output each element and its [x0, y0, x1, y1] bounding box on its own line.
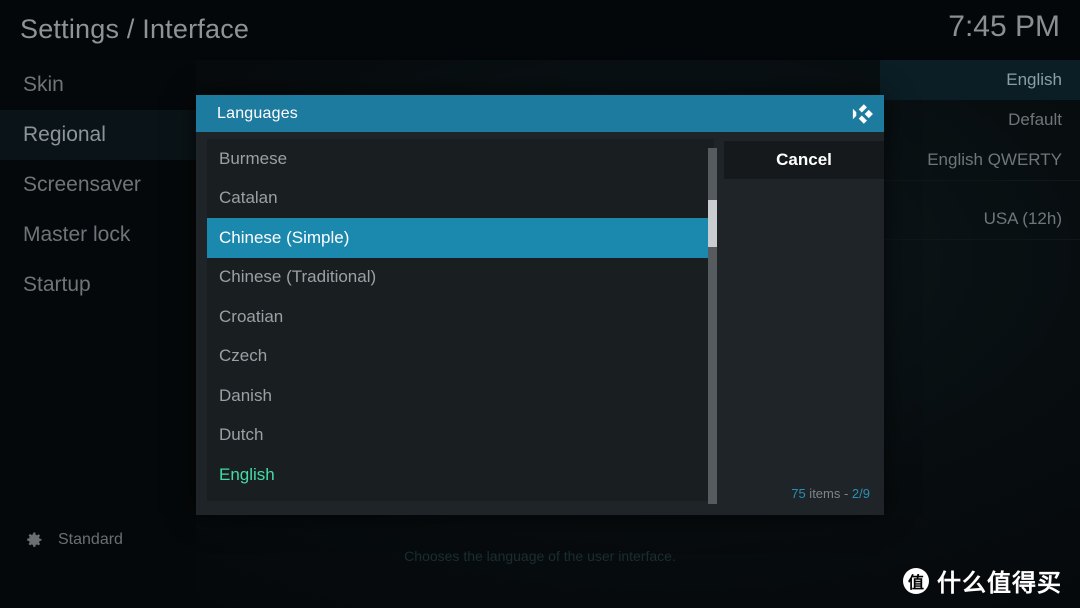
language-list-panel: Burmese Catalan Chinese (Simple) Chinese… [196, 132, 716, 515]
help-text: Chooses the language of the user interfa… [404, 548, 676, 564]
sidebar-item-label: Master lock [23, 223, 131, 246]
scrollbar-thumb[interactable] [708, 200, 717, 247]
list-item-label: Dutch [219, 425, 264, 445]
list-item-current[interactable]: English [207, 455, 714, 495]
watermark-text: 什么值得买 [937, 570, 1062, 597]
kodi-settings-screen: Settings / Interface 7:45 PM Skin Region… [0, 0, 1080, 608]
list-item-label: Danish [219, 385, 272, 405]
list-scrollbar[interactable] [708, 148, 717, 504]
list-item-label: English [219, 464, 275, 484]
setting-value-text: English [1006, 70, 1062, 89]
item-count-status: 75 items - 2/9 [791, 486, 870, 501]
sidebar-item-label: Startup [23, 273, 91, 296]
watermark: 值 什么值得买 [903, 563, 1062, 598]
setting-value-text: USA (12h) [983, 209, 1062, 228]
languages-dialog: Languages Burmese Catalan Chinese (Simpl… [196, 95, 884, 515]
settings-divider-2 [880, 239, 1080, 240]
list-item-label: Burmese [219, 148, 288, 168]
list-item[interactable]: Dutch [207, 416, 714, 456]
setting-value-text: Default [1008, 110, 1062, 129]
clock: 7:45 PM [948, 10, 1060, 43]
dialog-title: Languages [217, 104, 298, 122]
cancel-button[interactable]: Cancel [724, 141, 884, 179]
sidebar-item-label: Screensaver [23, 173, 141, 196]
list-item-label: Croatian [219, 306, 284, 326]
sidebar-item-label: Skin [23, 73, 64, 96]
list-item-selected[interactable]: Chinese (Simple) [207, 218, 714, 258]
kodi-logo-icon [848, 101, 874, 127]
dialog-button-panel: Cancel 75 items - 2/9 [716, 132, 884, 515]
sidebar-item-regional[interactable]: Regional [0, 110, 196, 160]
list-item-label: Chinese (Simple) [219, 227, 350, 247]
setting-value-region[interactable]: USA (12h) [880, 199, 1080, 239]
list-item[interactable]: Croatian [207, 297, 714, 337]
list-item-label: Czech [219, 346, 268, 366]
list-item-label: Chinese (Traditional) [219, 267, 377, 287]
setting-value-character-set[interactable]: Default [880, 100, 1080, 140]
setting-value-text: English QWERTY [927, 150, 1062, 169]
dialog-body: Burmese Catalan Chinese (Simple) Chinese… [196, 132, 884, 515]
page-title: Settings / Interface [20, 14, 250, 44]
setting-value-language[interactable]: English [880, 60, 1080, 100]
list-item[interactable]: Catalan [207, 179, 714, 219]
language-list[interactable]: Burmese Catalan Chinese (Simple) Chinese… [207, 139, 714, 501]
settings-spacer [880, 181, 1080, 199]
sidebar-item-skin[interactable]: Skin [0, 60, 196, 110]
sidebar-item-startup[interactable]: Startup [0, 260, 196, 310]
list-item-label: Catalan [219, 188, 278, 208]
dialog-header: Languages [196, 95, 884, 132]
watermark-badge-icon: 值 [903, 567, 929, 594]
list-item[interactable]: Burmese [207, 139, 714, 179]
item-count-page: 2/9 [851, 486, 870, 501]
list-item[interactable]: Chinese (Traditional) [207, 258, 714, 298]
list-item[interactable]: Danish [207, 376, 714, 416]
item-count-middle: items - [805, 486, 852, 501]
setting-value-keyboard-layout[interactable]: English QWERTY [880, 140, 1080, 180]
list-item[interactable]: Czech [207, 337, 714, 377]
sidebar-item-master-lock[interactable]: Master lock [0, 210, 196, 260]
sidebar-item-screensaver[interactable]: Screensaver [0, 160, 196, 210]
gear-icon [24, 530, 44, 550]
settings-values-column: English Default English QWERTY USA (12h) [880, 60, 1080, 530]
item-count-number: 75 [791, 486, 806, 501]
sidebar-item-label: Regional [23, 123, 106, 146]
settings-level-label: Standard [58, 531, 123, 548]
